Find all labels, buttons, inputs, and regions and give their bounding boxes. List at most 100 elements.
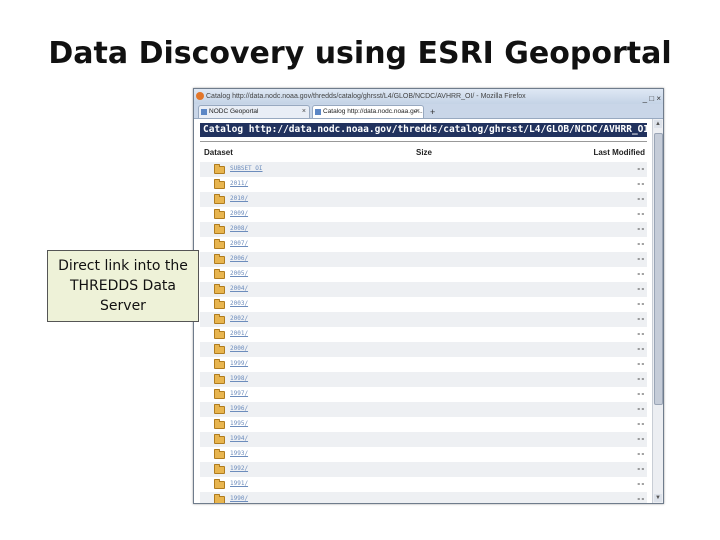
folder-icon	[214, 209, 225, 219]
folder-icon	[214, 269, 225, 279]
last-modified-value: --	[636, 255, 645, 263]
dataset-link[interactable]: 1998/	[230, 375, 248, 382]
dataset-link[interactable]: 1995/	[230, 420, 248, 427]
last-modified-value: --	[636, 195, 645, 203]
table-row: 2002/ --	[200, 312, 647, 327]
table-row: 1999/ --	[200, 357, 647, 372]
dataset-link[interactable]: 2007/	[230, 240, 248, 247]
last-modified-value: --	[636, 300, 645, 308]
dataset-link[interactable]: 1990/	[230, 495, 248, 502]
last-modified-value: --	[636, 465, 645, 473]
new-tab-button[interactable]: +	[426, 106, 439, 118]
last-modified-value: --	[636, 480, 645, 488]
dataset-link[interactable]: 1992/	[230, 465, 248, 472]
table-row: 2010/ --	[200, 192, 647, 207]
dataset-list: SUBSET_OI -- 2011/-- 2010/-- 2009/-- 2008/-- 2…	[200, 162, 647, 503]
table-row: 1994/ --	[200, 432, 647, 447]
column-last-modified: Last Modified	[593, 148, 645, 157]
last-modified-value: --	[636, 285, 645, 293]
folder-icon	[214, 344, 225, 354]
vertical-scrollbar[interactable]: ▲ ▼	[652, 119, 663, 503]
tab-close-icon[interactable]: ×	[416, 106, 420, 118]
last-modified-value: --	[636, 375, 645, 383]
folder-icon	[214, 464, 225, 474]
last-modified-value: --	[636, 165, 645, 173]
browser-window: Catalog http://data.nodc.noaa.gov/thredd…	[193, 88, 664, 504]
page-content: Catalog http://data.nodc.noaa.gov/thredd…	[194, 119, 653, 503]
dataset-link[interactable]: 2010/	[230, 195, 248, 202]
scroll-down-icon[interactable]: ▼	[654, 494, 662, 502]
column-dataset: Dataset	[204, 148, 233, 157]
page-icon	[315, 109, 321, 115]
table-row: 2004/ --	[200, 282, 647, 297]
last-modified-value: --	[636, 420, 645, 428]
tab-catalog[interactable]: Catalog http://data.nodc.noaa.ge... ×	[312, 105, 424, 118]
folder-icon	[214, 419, 225, 429]
folder-icon	[214, 299, 225, 309]
dataset-link[interactable]: 2008/	[230, 225, 248, 232]
folder-icon	[214, 494, 225, 503]
dataset-link[interactable]: SUBSET_OI	[230, 165, 263, 172]
last-modified-value: --	[636, 210, 645, 218]
dataset-link[interactable]: 1994/	[230, 435, 248, 442]
folder-icon	[214, 179, 225, 189]
folder-icon	[214, 314, 225, 324]
dataset-link[interactable]: 2006/	[230, 255, 248, 262]
table-row: 2009/ --	[200, 207, 647, 222]
window-controls[interactable]: _ □ ×	[643, 91, 661, 104]
dataset-link[interactable]: 2009/	[230, 210, 248, 217]
last-modified-value: --	[636, 435, 645, 443]
dataset-link[interactable]: 2004/	[230, 285, 248, 292]
dataset-link[interactable]: 1993/	[230, 450, 248, 457]
folder-icon	[214, 434, 225, 444]
dataset-link[interactable]: 2003/	[230, 300, 248, 307]
window-title: Catalog http://data.nodc.noaa.gov/thredd…	[206, 93, 526, 100]
folder-icon	[214, 194, 225, 204]
folder-icon	[214, 449, 225, 459]
folder-icon	[214, 404, 225, 414]
dataset-link[interactable]: 1999/	[230, 360, 248, 367]
tab-label: Catalog http://data.nodc.noaa.ge...	[323, 108, 423, 115]
dataset-link[interactable]: 1997/	[230, 390, 248, 397]
folder-icon	[214, 479, 225, 489]
last-modified-value: --	[636, 495, 645, 503]
dataset-link[interactable]: 2002/	[230, 315, 248, 322]
table-row: 1991/ --	[200, 477, 647, 492]
table-row: 2003/ --	[200, 297, 647, 312]
table-row: 1998/ --	[200, 372, 647, 387]
last-modified-value: --	[636, 345, 645, 353]
table-row: 1996/ --	[200, 402, 647, 417]
dataset-link[interactable]: 1991/	[230, 480, 248, 487]
tab-bar: NODC Geoportal × Catalog http://data.nod…	[194, 104, 663, 119]
last-modified-value: --	[636, 315, 645, 323]
table-row: 1990/ --	[200, 492, 647, 503]
folder-icon	[214, 284, 225, 294]
folder-icon	[214, 389, 225, 399]
tab-label: NODC Geoportal	[209, 108, 259, 115]
dataset-link[interactable]: 2011/	[230, 180, 248, 187]
table-header: Dataset Size Last Modified	[200, 148, 647, 160]
divider	[200, 141, 647, 142]
last-modified-value: --	[636, 450, 645, 458]
dataset-link[interactable]: 1996/	[230, 405, 248, 412]
catalog-heading: Catalog http://data.nodc.noaa.gov/thredd…	[200, 123, 647, 137]
table-row: 2008/ --	[200, 222, 647, 237]
table-row: 2006/ --	[200, 252, 647, 267]
table-row: 1993/ --	[200, 447, 647, 462]
tab-close-icon[interactable]: ×	[302, 106, 306, 118]
dataset-link[interactable]: 2001/	[230, 330, 248, 337]
table-row: 1995/ --	[200, 417, 647, 432]
dataset-link[interactable]: 2000/	[230, 345, 248, 352]
callout-box: Direct link into the THREDDS Data Server	[47, 250, 199, 322]
scroll-up-icon[interactable]: ▲	[654, 120, 662, 128]
table-row: SUBSET_OI --	[200, 162, 647, 177]
slide-title: Data Discovery using ESRI Geoportal	[48, 36, 672, 71]
table-row: 2011/ --	[200, 177, 647, 192]
scroll-thumb[interactable]	[654, 133, 663, 405]
tab-nodc-geoportal[interactable]: NODC Geoportal ×	[198, 105, 310, 118]
last-modified-value: --	[636, 360, 645, 368]
last-modified-value: --	[636, 405, 645, 413]
dataset-link[interactable]: 2005/	[230, 270, 248, 277]
page-icon	[201, 109, 207, 115]
table-row: 1992/ --	[200, 462, 647, 477]
